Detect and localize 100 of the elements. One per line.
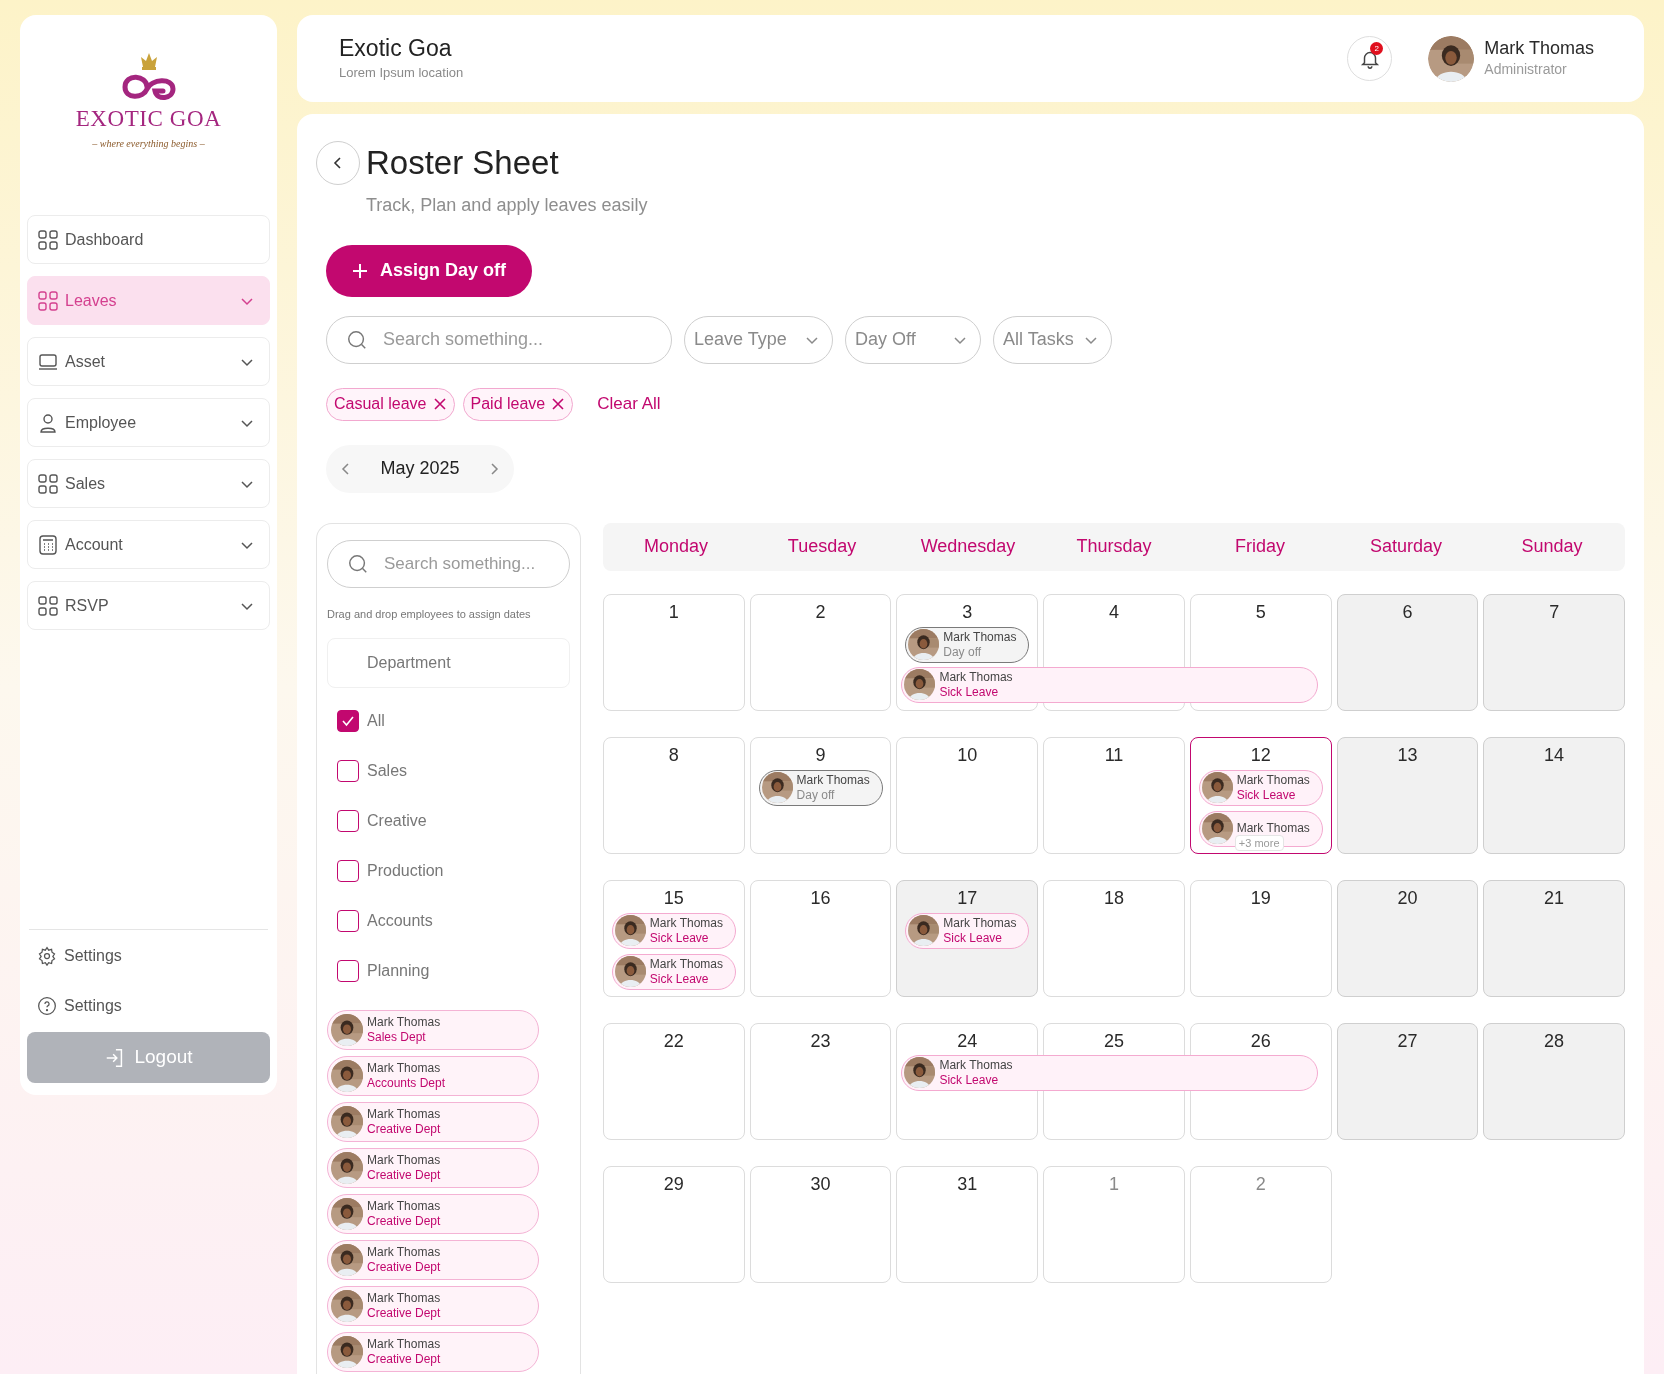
day-number: 1 [1108, 1172, 1120, 1195]
weekday-label: Wednesday [919, 535, 1017, 558]
employee-department: Accounts Dept [367, 1076, 446, 1091]
day-number: 31 [956, 1172, 979, 1195]
event-name: Mark Thomas [649, 956, 723, 972]
employee-name: Mark Thomas [367, 1245, 441, 1260]
notification-badge: 2 [1370, 42, 1384, 55]
day-number: 13 [1396, 743, 1419, 766]
filter-chip[interactable]: Paid leave [462, 387, 574, 421]
day-number: 17 [956, 886, 979, 909]
event-type: Sick Leave [943, 930, 1003, 946]
department-checkbox[interactable]: Accounts [337, 896, 570, 946]
logo-text: EXOTIC GOA [75, 107, 222, 130]
leave-event[interactable]: Mark Thomas Sick Leave [611, 912, 736, 949]
weekday-label: Sunday [1520, 535, 1584, 558]
day-number: 16 [809, 886, 832, 909]
event-name: Mark Thomas [943, 629, 1017, 645]
settings-link[interactable]: Settings [27, 936, 270, 976]
settings-link[interactable]: Settings [27, 986, 270, 1026]
sidebar-item[interactable]: Account [27, 520, 270, 569]
sidebar-item[interactable]: RSVP [27, 581, 270, 630]
leave-event[interactable]: Mark Thomas Sick Leave [611, 953, 736, 990]
day-number: 15 [662, 886, 685, 909]
event-name: Mark Thomas [939, 669, 1013, 685]
user-name: Mark Thomas [1484, 36, 1594, 60]
employee-department: Creative Dept [367, 1260, 441, 1275]
employee-card[interactable]: Mark Thomas Creative Dept [327, 1194, 539, 1234]
employee-card[interactable]: Mark Thomas Creative Dept [327, 1286, 539, 1326]
employee-name: Mark Thomas [367, 1061, 442, 1076]
employee-card[interactable]: Mark Thomas Creative Dept [327, 1332, 539, 1372]
leave-event[interactable]: Mark Thomas Sick Leave [901, 666, 1318, 703]
employee-department: Creative Dept [367, 1122, 441, 1137]
event-type: Day off [796, 787, 836, 803]
employee-card[interactable]: Mark Thomas Creative Dept [327, 1240, 539, 1280]
page-title: Roster Sheet [366, 143, 559, 183]
day-number: 20 [1396, 886, 1419, 909]
event-type: Sick Leave [649, 971, 710, 987]
employee-name: Mark Thomas [367, 1337, 441, 1352]
filter-chip[interactable]: Casual leave [326, 387, 455, 421]
event-name: Mark Thomas [796, 772, 870, 788]
event-type: Sick Leave [939, 1072, 1000, 1088]
event-name: Mark Thomas [1236, 772, 1310, 788]
employee-department: Creative Dept [367, 1168, 441, 1183]
day-number: 28 [1543, 1029, 1566, 1052]
leave-event[interactable]: Mark Thomas Sick Leave [901, 1054, 1318, 1091]
day-number: 24 [956, 1029, 979, 1052]
employee-department: Sales Dept [367, 1030, 427, 1045]
assign-day-off-button[interactable]: Assign Day off [326, 244, 533, 297]
header-title: Exotic Goa [339, 34, 453, 64]
user-icon [38, 412, 58, 433]
day-number: 3 [961, 600, 974, 623]
close-icon[interactable] [432, 397, 447, 411]
sidebar-item[interactable]: Employee [27, 398, 270, 447]
logo-tagline: – where everything begins – [92, 137, 205, 151]
close-icon[interactable] [551, 397, 566, 411]
search-icon [347, 552, 369, 575]
department-checkbox[interactable]: Planning [337, 946, 570, 996]
clear-all-link[interactable]: Clear All [597, 391, 661, 417]
employee-card[interactable]: Mark Thomas Accounts Dept [327, 1056, 539, 1096]
day-number: 9 [814, 743, 827, 766]
employee-card[interactable]: Mark Thomas Creative Dept [327, 1102, 539, 1142]
sidebar-item[interactable]: Sales [27, 459, 270, 508]
employee-name: Mark Thomas [367, 1199, 441, 1214]
sidebar-item[interactable]: Asset [27, 337, 270, 386]
day-number: 2 [814, 600, 827, 623]
day-number: 11 [1103, 743, 1125, 766]
user-role: Administrator [1484, 60, 1568, 80]
day-number: 18 [1102, 886, 1125, 909]
day-number: 22 [662, 1029, 685, 1052]
day-number: 1 [667, 600, 680, 623]
event-name: Mark Thomas [649, 915, 723, 931]
department-header: Department [327, 638, 570, 688]
leave-event[interactable]: Mark Thomas Sick Leave [1198, 769, 1323, 806]
leave-event[interactable]: Mark Thomas Sick Leave [905, 912, 1030, 949]
hint-text: Drag and drop employees to assign dates [327, 606, 532, 622]
leave-event[interactable]: Mark Thomas Day off [758, 769, 883, 806]
sidebar-item[interactable]: Dashboard [27, 215, 270, 264]
event-type: Sick Leave [1236, 787, 1297, 803]
grid-icon [38, 473, 58, 494]
day-number: 30 [809, 1172, 832, 1195]
day-number: 5 [1254, 600, 1267, 623]
search-field[interactable]: Search something... [326, 315, 672, 364]
header-subtitle: Lorem Ipsum location [339, 64, 465, 83]
leave-event[interactable]: Mark Thomas Day off [905, 626, 1030, 663]
employee-name: Mark Thomas [367, 1015, 441, 1030]
department-checkbox[interactable]: All [337, 696, 570, 746]
search-icon [346, 328, 368, 351]
day-number: 12 [1249, 743, 1272, 766]
employee-name: Mark Thomas [367, 1153, 441, 1168]
day-number: 4 [1108, 600, 1120, 623]
weekday-label: Tuesday [786, 535, 858, 558]
employee-card[interactable]: Mark Thomas Sales Dept [327, 1010, 539, 1050]
search-field[interactable]: Search something... [327, 539, 570, 588]
employee-card[interactable]: Mark Thomas Creative Dept [327, 1148, 539, 1188]
department-checkbox[interactable]: Creative [337, 796, 570, 846]
employee-name: Mark Thomas [367, 1107, 441, 1122]
department-checkbox[interactable]: Production [337, 846, 570, 896]
grid-icon [38, 595, 58, 616]
department-checkbox[interactable]: Sales [337, 746, 570, 796]
day-number: 10 [956, 743, 979, 766]
